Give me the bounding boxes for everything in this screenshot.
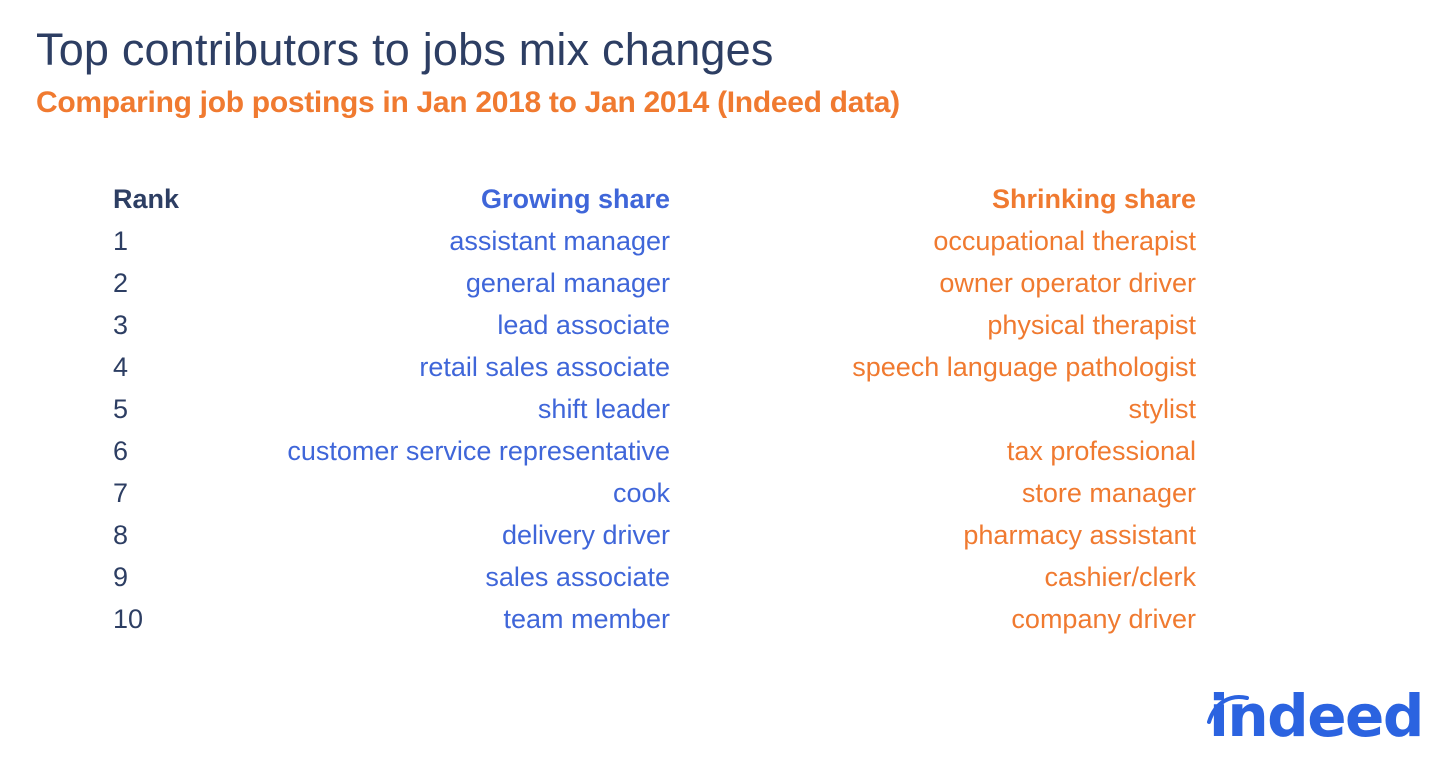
shrinking-share-cell: occupational therapist bbox=[933, 226, 1196, 256]
table-header-row: Rank Growing share Shrinking share bbox=[0, 180, 1444, 222]
table-row: 7 cook store manager bbox=[0, 474, 1444, 516]
shrinking-share-cell: owner operator driver bbox=[939, 268, 1196, 298]
rank-cell: 6 bbox=[113, 436, 129, 466]
shrinking-share-cell: speech language pathologist bbox=[852, 352, 1196, 382]
shrinking-share-cell: tax professional bbox=[1006, 436, 1196, 466]
rank-cell: 3 bbox=[113, 310, 129, 340]
table-row: 9 sales associate cashier/clerk bbox=[0, 558, 1444, 600]
jobs-mix-table: Rank Growing share Shrinking share 1 assi… bbox=[0, 180, 1444, 642]
growing-share-cell: retail sales associate bbox=[419, 352, 670, 382]
page-title: Top contributors to jobs mix changes bbox=[36, 24, 774, 75]
rank-cell: 7 bbox=[113, 478, 129, 508]
shrinking-share-cell: company driver bbox=[1011, 604, 1196, 634]
header-rank: Rank bbox=[113, 184, 180, 214]
rank-cell: 9 bbox=[113, 562, 129, 592]
rank-cell: 5 bbox=[113, 394, 129, 424]
growing-share-cell: lead associate bbox=[497, 310, 670, 340]
table-row: 1 assistant manager occupational therapist bbox=[0, 222, 1444, 264]
rank-cell: 10 bbox=[113, 604, 144, 634]
growing-share-cell: assistant manager bbox=[449, 226, 670, 256]
header-growing-share: Growing share bbox=[480, 184, 670, 214]
rank-cell: 8 bbox=[113, 520, 129, 550]
rank-cell: 4 bbox=[113, 352, 129, 382]
growing-share-cell: customer service representative bbox=[287, 436, 670, 466]
table-row: 4 retail sales associate speech language p… bbox=[0, 348, 1444, 390]
table-row: 3 lead associate physical therapist bbox=[0, 306, 1444, 348]
shrinking-share-cell: physical therapist bbox=[987, 310, 1196, 340]
growing-share-cell: cook bbox=[612, 478, 670, 508]
shrinking-share-cell: cashier/clerk bbox=[1044, 562, 1196, 592]
rank-cell: 1 bbox=[113, 226, 129, 256]
growing-share-cell: delivery driver bbox=[501, 520, 670, 550]
indeed-logo: indeed bbox=[1195, 682, 1424, 758]
shrinking-share-cell: store manager bbox=[1021, 478, 1196, 508]
header-shrinking-share: Shrinking share bbox=[991, 184, 1196, 214]
table-row: 10 team member company driver bbox=[0, 600, 1444, 642]
table-row: 8 delivery driver pharmacy assistant bbox=[0, 516, 1444, 558]
growing-share-cell: shift leader bbox=[537, 394, 670, 424]
table-row: 6 customer service representative tax prof… bbox=[0, 432, 1444, 474]
rank-cell: 2 bbox=[113, 268, 129, 298]
growing-share-cell: general manager bbox=[465, 268, 670, 298]
growing-share-cell: team member bbox=[503, 604, 670, 634]
growing-share-cell: sales associate bbox=[485, 562, 670, 592]
table-row: 2 general manager owner operator driver bbox=[0, 264, 1444, 306]
shrinking-share-cell: pharmacy assistant bbox=[963, 520, 1196, 550]
shrinking-share-cell: stylist bbox=[1128, 394, 1197, 424]
table-row: 5 shift leader stylist bbox=[0, 390, 1444, 432]
indeed-logo-text: indeed bbox=[1209, 682, 1424, 750]
page-subtitle: Comparing job postings in Jan 2018 to Ja… bbox=[36, 86, 900, 119]
